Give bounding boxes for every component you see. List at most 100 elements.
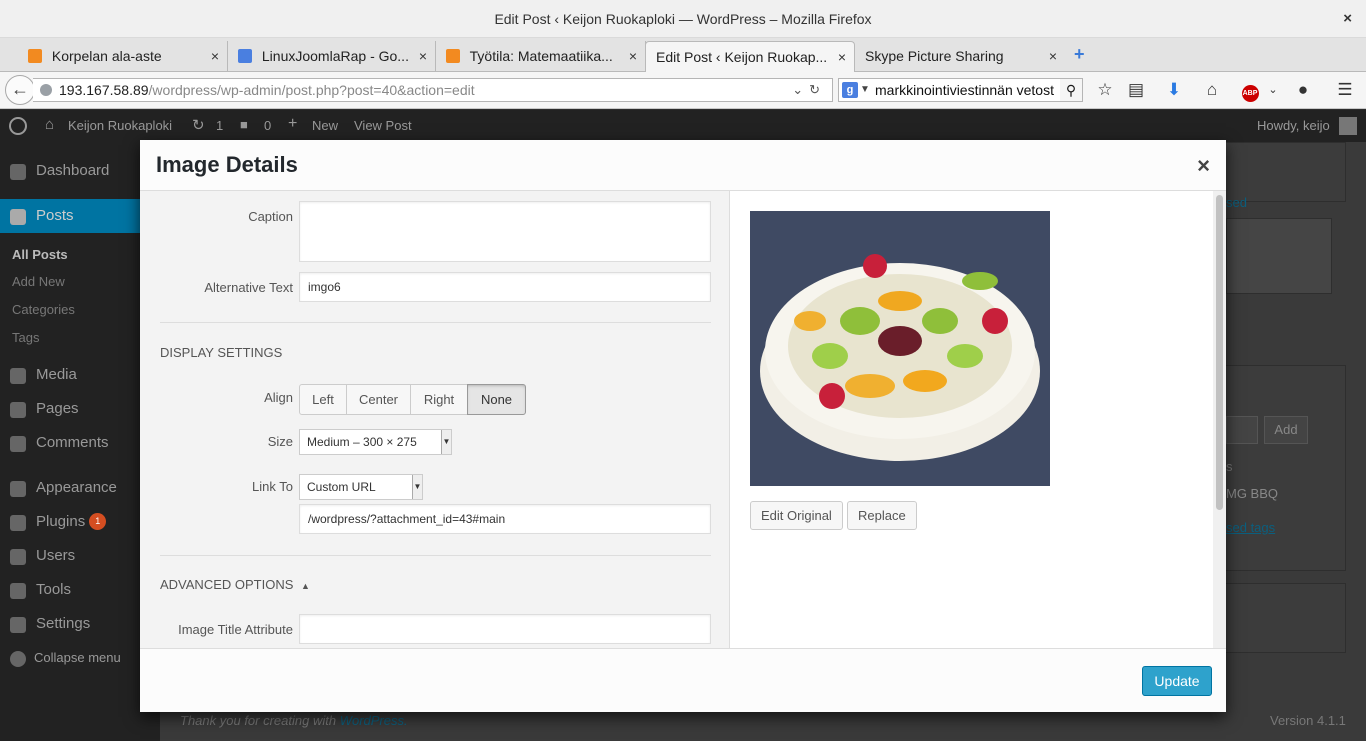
updates-icon[interactable]: ↻ (192, 116, 205, 134)
link-url-input[interactable]: /wordpress/?attachment_id=43#main (299, 504, 711, 534)
updates-count[interactable]: 1 (216, 118, 223, 133)
modal-title: Image Details (156, 152, 298, 177)
google-icon[interactable]: g (842, 82, 858, 98)
alt-text-input[interactable]: imgo6 (299, 272, 711, 302)
link-to-select[interactable]: Custom URL ▼ (299, 474, 423, 500)
sidebar-item-label: Users (36, 547, 76, 564)
sidebar-item-comments[interactable]: Comments (0, 426, 160, 460)
chevron-down-icon[interactable]: ▼ (860, 79, 870, 101)
alt-text-label: Alternative Text (204, 280, 293, 295)
sidebar-collapse-menu[interactable]: Collapse menu (0, 641, 160, 675)
collapse-icon (10, 651, 26, 667)
plus-icon[interactable]: + (288, 115, 297, 133)
window-close-button[interactable]: × (1343, 0, 1352, 38)
close-icon[interactable]: × (1049, 41, 1057, 72)
align-center-button[interactable]: Center (346, 384, 411, 415)
chevron-down-icon[interactable]: ⌄ (1262, 83, 1284, 96)
bg-tag-fragment: MG BBQ (1226, 486, 1279, 501)
new-link[interactable]: New (312, 118, 338, 133)
advanced-options-toggle[interactable]: ADVANCED OPTIONS ▲ (160, 577, 310, 592)
bookmark-star-icon[interactable]: ☆ (1094, 80, 1116, 100)
chat-icon[interactable]: ● (1292, 80, 1314, 100)
chevron-down-icon: ▼ (412, 475, 422, 499)
back-button[interactable]: ← (5, 75, 35, 105)
bg-tag-input (1226, 416, 1258, 444)
sidebar-sub-categories[interactable]: Categories (12, 302, 75, 317)
pages-icon (10, 402, 26, 418)
size-select-value: Medium – 300 × 275 (307, 435, 417, 449)
settings-icon (10, 617, 26, 633)
tab-edit-post[interactable]: Edit Post ‹ Keijon Ruokap... × (645, 41, 855, 72)
url-actions[interactable]: ⌄↻ (792, 79, 826, 101)
sidebar-item-tools[interactable]: Tools (0, 573, 160, 607)
url-path: /wordpress/wp-admin/post.php?post=40&act… (148, 82, 475, 98)
image-title-attribute-input[interactable] (299, 614, 711, 644)
sidebar-item-users[interactable]: Users (0, 539, 160, 573)
sidebar-item-media[interactable]: Media (0, 358, 160, 392)
tab-skype[interactable]: Skype Picture Sharing × (855, 41, 1065, 72)
window-titlebar: Edit Post ‹ Keijon Ruokaploki — WordPres… (0, 0, 1366, 38)
close-icon[interactable]: × (629, 41, 637, 72)
sidebar-item-posts[interactable]: Posts (0, 199, 160, 233)
search-bar[interactable]: g ▼ markkinointiviestinnän vetost ⚲ (838, 78, 1083, 102)
plugins-update-badge: 1 (89, 513, 107, 530)
admin-sidebar: Dashboard Posts All Posts Add New Catego… (0, 142, 160, 741)
sidebar-sub-add-new[interactable]: Add New (12, 274, 65, 289)
new-tab-button[interactable]: + (1074, 44, 1085, 65)
tab-korpelan[interactable]: Korpelan ala-aste × (18, 41, 228, 72)
tab-linuxjoomlarap[interactable]: LinuxJoomlaRap - Go... × (228, 41, 436, 72)
sidebar-item-plugins[interactable]: Plugins 1 (0, 505, 160, 539)
pin-icon (10, 209, 26, 225)
avatar[interactable] (1339, 117, 1357, 135)
url-bar[interactable]: 193.167.58.89/wordpress/wp-admin/post.ph… (33, 78, 833, 102)
bg-tags-link: sed tags (1226, 520, 1276, 535)
sidebar-item-label: Collapse menu (34, 650, 121, 665)
home-icon[interactable]: ⌂ (1201, 80, 1223, 100)
site-name-link[interactable]: Keijon Ruokaploki (68, 118, 172, 133)
howdy-user[interactable]: Howdy, keijo (1257, 118, 1330, 133)
wordpress-logo-icon[interactable] (9, 117, 27, 135)
size-select[interactable]: Medium – 300 × 275 ▼ (299, 429, 452, 455)
scrollbar-thumb[interactable] (1216, 195, 1223, 510)
sidebar-item-label: Tools (36, 581, 72, 598)
navigation-bar: ← 193.167.58.89/wordpress/wp-admin/post.… (0, 72, 1366, 109)
caret-up-icon: ▲ (301, 581, 310, 591)
menu-icon[interactable]: ☰ (1334, 80, 1356, 100)
sidebar-sub-tags[interactable]: Tags (12, 330, 39, 345)
close-icon[interactable]: × (419, 41, 427, 72)
sidebar-item-appearance[interactable]: Appearance (0, 471, 160, 505)
view-post-link[interactable]: View Post (354, 118, 412, 133)
comments-icon[interactable]: ■ (240, 117, 248, 132)
url-host: 193.167.58.89 (59, 82, 149, 98)
tab-label: Edit Post ‹ Keijon Ruokap... (656, 49, 828, 65)
close-icon[interactable]: × (838, 42, 846, 72)
download-icon[interactable]: ⬇ (1163, 80, 1185, 100)
sidebar-sub-all-posts[interactable]: All Posts (12, 247, 68, 262)
adblock-icon[interactable]: ABP (1239, 80, 1261, 102)
reading-list-icon[interactable]: ▤ (1125, 80, 1147, 100)
modal-scrollbar[interactable] (1213, 191, 1226, 648)
sidebar-item-dashboard[interactable]: Dashboard (0, 154, 160, 188)
replace-button[interactable]: Replace (847, 501, 917, 530)
align-right-button[interactable]: Right (410, 384, 468, 415)
image-preview (750, 211, 1050, 486)
sidebar-item-pages[interactable]: Pages (0, 392, 160, 426)
caption-textarea[interactable] (299, 201, 711, 262)
align-none-button[interactable]: None (467, 384, 526, 415)
media-icon (10, 368, 26, 384)
bg-add-button: Add (1264, 416, 1308, 444)
align-left-button[interactable]: Left (299, 384, 347, 415)
tab-tyotila[interactable]: Työtila: Matemaatiika... × (436, 41, 646, 72)
edit-original-button[interactable]: Edit Original (750, 501, 843, 530)
close-icon[interactable]: × (1197, 153, 1210, 179)
search-icon[interactable]: ⚲ (1060, 79, 1082, 101)
tab-label: Skype Picture Sharing (865, 48, 1004, 64)
close-icon[interactable]: × (211, 41, 219, 72)
sidebar-item-settings[interactable]: Settings (0, 607, 160, 641)
update-button[interactable]: Update (1142, 666, 1212, 696)
search-input[interactable]: markkinointiviestinnän vetost (875, 82, 1054, 98)
google-docs-icon (238, 49, 252, 63)
display-settings-heading: DISPLAY SETTINGS (160, 345, 283, 360)
sidebar-item-label: Appearance (36, 479, 117, 496)
comments-count[interactable]: 0 (264, 118, 271, 133)
